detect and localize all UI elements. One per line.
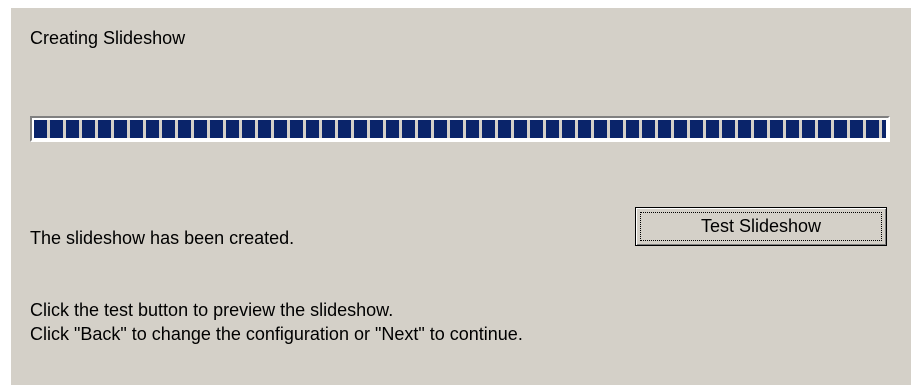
progress-fill: [34, 120, 886, 138]
instruction-line-preview: Click the test button to preview the sli…: [30, 300, 394, 320]
progress-track: [34, 120, 886, 138]
test-slideshow-button[interactable]: Test Slideshow: [635, 207, 887, 246]
focus-rectangle: Test Slideshow: [640, 212, 882, 241]
test-slideshow-button-label: Test Slideshow: [700, 216, 822, 236]
slideshow-wizard-page: Creating Slideshow The slideshow has bee…: [11, 8, 911, 385]
page-heading: Creating Slideshow: [30, 28, 186, 48]
instruction-line-navigation: Click "Back" to change the configuration…: [30, 324, 523, 344]
status-message: The slideshow has been created.: [30, 228, 295, 248]
instructions: Click the test button to preview the sli…: [30, 298, 523, 346]
progress-bar: [30, 116, 890, 142]
